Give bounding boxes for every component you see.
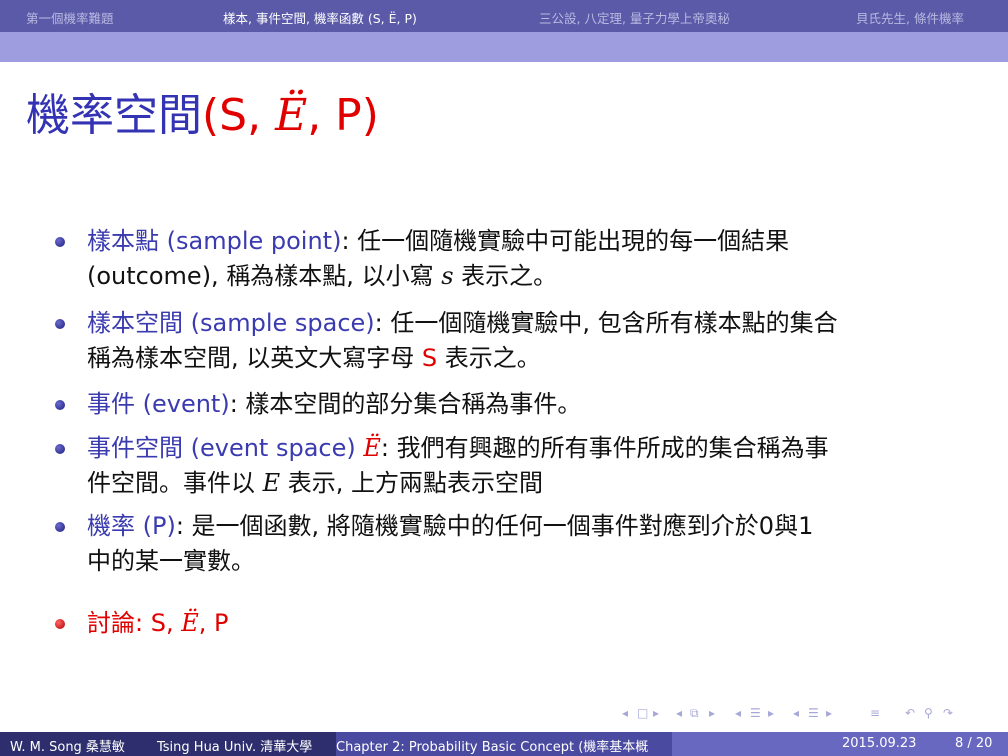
bullet-line: 稱為樣本空間, 以英文大寫字母 S 表示之。: [87, 346, 541, 370]
footer-author: W. M. Song 桑慧敏: [10, 740, 125, 755]
bullet-line: 樣本空間 (sample space): 任一個隨機實驗中, 包含所有樣本點的集…: [87, 311, 838, 335]
bullet-text: 中的某一實數。: [87, 547, 255, 575]
back-icon[interactable]: ↶: [905, 706, 915, 720]
bullet-line: 中的某一實數。: [87, 549, 255, 573]
bullet-term: 樣本空間 (sample space): [87, 309, 375, 337]
bullet-text: : 樣本空間的部分集合稱為事件。: [229, 390, 582, 418]
bullet-marker: [55, 319, 65, 329]
subsection-prev-icon[interactable]: ◂: [676, 706, 682, 720]
frame-next-icon[interactable]: ▸: [653, 706, 659, 720]
bullet-term: 機率 (P): [87, 512, 176, 540]
bullet-text: : 我們有興趣的所有事件所成的集合稱為事: [380, 434, 829, 462]
subsection-next-icon[interactable]: ▸: [709, 706, 715, 720]
bullet-list: 樣本點 (sample point): 任一個隨機實驗中可能出現的每一個結果 (…: [0, 0, 1008, 700]
bullet-marker: [55, 237, 65, 247]
bullet-text: 表示之。: [453, 262, 558, 290]
search-icon[interactable]: ⚲: [924, 706, 933, 720]
math-symbol: s: [441, 262, 454, 290]
align-icon[interactable]: ≡: [870, 706, 880, 720]
subsection-icon[interactable]: ⧉: [690, 706, 699, 721]
bullet-marker: [55, 400, 65, 410]
section-next-icon[interactable]: ▸: [768, 706, 774, 720]
math-symbol: Ë: [363, 434, 381, 462]
section-prev-icon[interactable]: ◂: [735, 706, 741, 720]
discussion-text: 討論: S,: [87, 609, 182, 637]
bullet-text: 表示之。: [437, 344, 541, 372]
frame-icon[interactable]: □: [637, 706, 648, 720]
bullet-line: 事件 (event): 樣本空間的部分集合稱為事件。: [87, 392, 581, 416]
bullet-line: (outcome), 稱為樣本點, 以小寫 s 表示之。: [87, 264, 557, 288]
footer-short-title: Chapter 2: Probability Basic Concept (機率…: [336, 740, 649, 755]
math-symbol: S: [421, 344, 438, 372]
bullet-text: : 任一個隨機實驗中可能出現的每一個結果: [341, 227, 790, 255]
math-symbol: E: [262, 469, 281, 497]
bullet-marker: [55, 619, 65, 629]
footer-date: 2015.09.23: [842, 736, 917, 751]
footer-author-panel: W. M. Song 桑慧敏 Tsing Hua Univ. 清華大學: [0, 732, 336, 756]
document-prev-icon[interactable]: ◂: [793, 706, 799, 720]
footer-page-number: 8 / 20: [955, 736, 993, 751]
document-next-icon[interactable]: ▸: [826, 706, 832, 720]
bullet-text: 件空間。事件以: [87, 469, 263, 497]
bullet-marker: [55, 522, 65, 532]
bullet-line: 件空間。事件以 E 表示, 上方兩點表示空間: [87, 471, 543, 495]
document-icon[interactable]: ☰: [808, 706, 819, 720]
footer-date-panel: 2015.09.23 8 / 20: [672, 732, 1008, 756]
bullet-line: 機率 (P): 是一個函數, 將隨機實驗中的任何一個事件對應到介於0與1: [87, 514, 813, 538]
forward-icon[interactable]: ↷: [943, 706, 953, 720]
bullet-text: : 是一個函數, 將隨機實驗中的任何一個事件對應到介於0與1: [175, 512, 814, 540]
math-symbol: Ë: [181, 609, 199, 637]
bullet-term: 樣本點 (sample point): [87, 227, 342, 255]
bullet-text: 表示, 上方兩點表示空間: [280, 469, 544, 497]
bullet-text: 稱為樣本空間, 以英文大寫字母: [87, 344, 422, 372]
bullet-line: 樣本點 (sample point): 任一個隨機實驗中可能出現的每一個結果: [87, 229, 789, 253]
footer-institute: Tsing Hua Univ. 清華大學: [157, 740, 313, 755]
bullet-text: (outcome), 稱為樣本點, 以小寫: [87, 262, 442, 290]
bullet-line: 事件空間 (event space) Ë: 我們有興趣的所有事件所成的集合稱為事: [87, 436, 829, 460]
footer-title-panel: Chapter 2: Probability Basic Concept (機率…: [336, 732, 672, 756]
bullet-term: 事件 (event): [87, 390, 230, 418]
discussion-text: , P: [198, 609, 229, 637]
frame-prev-icon[interactable]: ◂: [622, 706, 628, 720]
bullet-marker: [55, 444, 65, 454]
section-icon[interactable]: ☰: [750, 706, 761, 720]
footer-bar: W. M. Song 桑慧敏 Tsing Hua Univ. 清華大學 Chap…: [0, 732, 1008, 756]
bullet-line: 討論: S, Ë, P: [87, 611, 228, 635]
bullet-text: : 任一個隨機實驗中, 包含所有樣本點的集合: [374, 309, 838, 337]
bullet-term: 事件空間 (event space): [87, 434, 364, 462]
